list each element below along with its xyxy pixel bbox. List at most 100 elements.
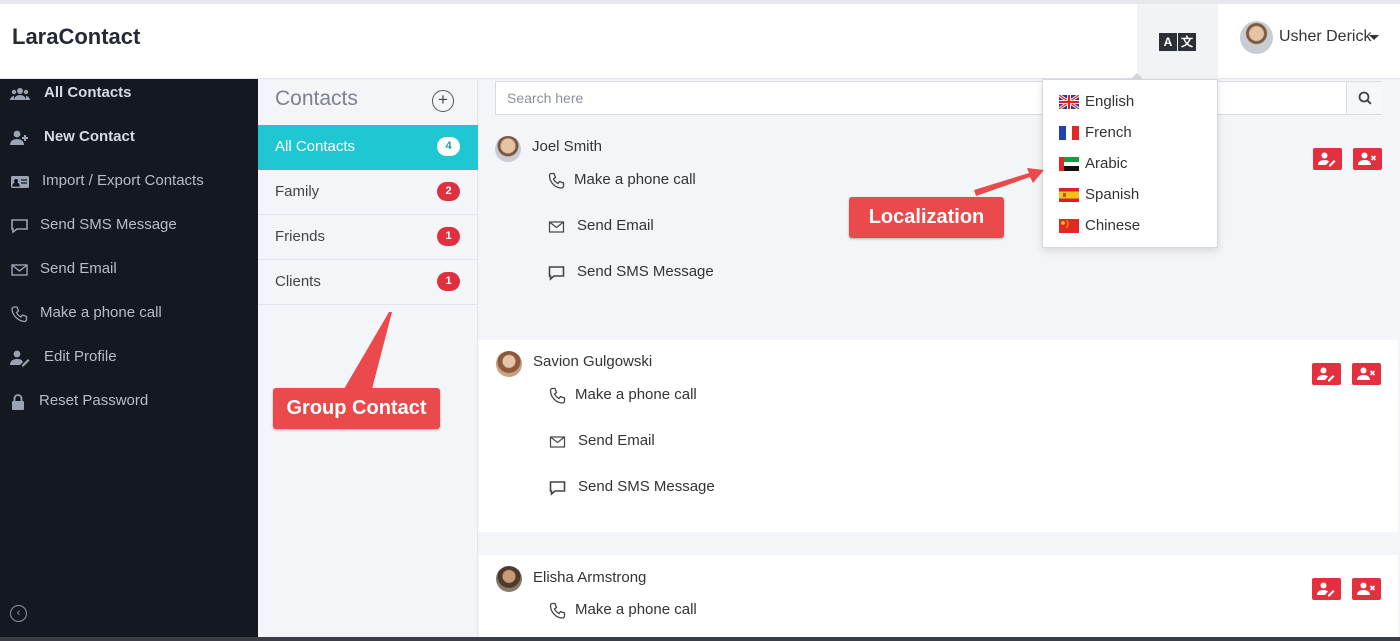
localization-callout: Localization	[849, 197, 1004, 238]
groups-title: Contacts	[275, 87, 358, 110]
sidebar-item-new-contact[interactable]: New Contact	[0, 126, 258, 150]
collapse-sidebar-icon[interactable]: ‹	[10, 605, 27, 622]
group-count-badge: 1	[437, 272, 460, 291]
user-edit-icon	[1317, 367, 1335, 382]
contact-card: Elisha Armstrong Make a phone call	[479, 555, 1398, 637]
brand-logo[interactable]: LaraContact	[12, 24, 140, 50]
top-header: LaraContact A 文 Usher Derick	[0, 0, 1400, 79]
add-group-icon[interactable]: +	[432, 90, 454, 112]
group-count-badge: 1	[437, 227, 460, 246]
envelope-icon	[11, 264, 28, 276]
envelope-icon	[549, 436, 566, 448]
search-button[interactable]	[1346, 82, 1382, 114]
language-label: Arabic	[1085, 155, 1128, 172]
sidebar-item-send-sms[interactable]: Send SMS Message	[0, 214, 258, 238]
sidebar-item-label: Send SMS Message	[40, 216, 177, 233]
group-count-badge: 4	[437, 137, 460, 156]
sidebar-item-label: Reset Password	[39, 392, 149, 409]
contact-groups-panel: Contacts + All Contacts 4 Family 2 Frien…	[258, 79, 478, 637]
contact-avatar	[495, 136, 521, 162]
sidebar-item-label: Edit Profile	[44, 348, 117, 365]
user-name: Usher Derick	[1279, 28, 1372, 45]
group-label: Family	[275, 183, 320, 200]
phone-icon	[548, 172, 565, 189]
action-label: Make a phone call	[575, 386, 697, 403]
group-label: All Contacts	[275, 138, 356, 155]
group-item-all-contacts[interactable]: All Contacts 4	[258, 125, 478, 170]
group-contact-callout: Group Contact	[273, 388, 440, 429]
sidebar-item-reset-password[interactable]: Reset Password	[0, 390, 258, 414]
language-dropdown: English French Arabic Spanish Chinese	[1042, 79, 1218, 248]
message-icon	[11, 219, 28, 234]
edit-contact-button[interactable]	[1312, 578, 1341, 600]
language-label: French	[1085, 124, 1132, 141]
group-item-clients[interactable]: Clients 1	[258, 260, 478, 305]
group-item-friends[interactable]: Friends 1	[258, 215, 478, 260]
bottom-border	[0, 637, 1400, 641]
sidebar: All Contacts New Contact Import / Export…	[0, 79, 258, 637]
language-switcher-button[interactable]: A 文	[1137, 4, 1218, 79]
delete-contact-button[interactable]	[1352, 363, 1381, 385]
contact-card: Savion Gulgowski Make a phone call Send …	[479, 340, 1398, 532]
group-count-badge: 2	[437, 182, 460, 201]
language-label: Chinese	[1085, 217, 1141, 234]
group-item-family[interactable]: Family 2	[258, 170, 478, 215]
user-avatar	[1240, 21, 1273, 54]
contact-name[interactable]: Elisha Armstrong	[533, 569, 646, 586]
sidebar-item-label: Import / Export Contacts	[42, 172, 204, 189]
translate-glyph-a: A	[1159, 33, 1177, 51]
delete-contact-button[interactable]	[1353, 148, 1382, 170]
edit-contact-button[interactable]	[1312, 363, 1341, 385]
phone-icon	[549, 387, 566, 404]
id-card-icon	[11, 176, 29, 188]
search-icon	[1358, 91, 1372, 105]
phone-icon	[11, 306, 28, 323]
caret-down-icon	[1369, 35, 1379, 40]
group-label: Clients	[275, 273, 321, 290]
user-plus-icon	[10, 130, 28, 145]
sidebar-item-label: Make a phone call	[40, 304, 162, 321]
message-icon	[548, 266, 565, 281]
user-remove-icon	[1358, 152, 1377, 165]
sidebar-item-label: All Contacts	[44, 84, 132, 101]
message-icon	[549, 481, 566, 496]
sidebar-item-label: New Contact	[44, 128, 135, 145]
phone-icon	[549, 602, 566, 619]
action-label: Send SMS Message	[578, 478, 715, 495]
sidebar-item-edit-profile[interactable]: Edit Profile	[0, 346, 258, 370]
contact-avatar	[496, 566, 522, 592]
action-label: Send SMS Message	[577, 263, 714, 280]
envelope-icon	[548, 221, 565, 233]
edit-contact-button[interactable]	[1313, 148, 1342, 170]
action-label: Make a phone call	[574, 171, 696, 188]
language-label: English	[1085, 93, 1135, 110]
contact-avatar	[496, 351, 522, 377]
sidebar-item-import-export[interactable]: Import / Export Contacts	[0, 170, 258, 194]
search-bar	[495, 81, 1382, 115]
uk-flag-icon	[1059, 95, 1079, 109]
translate-glyph-b: 文	[1178, 33, 1196, 51]
user-edit-icon	[10, 350, 30, 367]
france-flag-icon	[1059, 126, 1079, 140]
sidebar-item-label: Send Email	[40, 260, 117, 277]
action-label: Make a phone call	[575, 601, 697, 618]
delete-contact-button[interactable]	[1352, 578, 1381, 600]
language-label: Spanish	[1085, 186, 1140, 203]
sidebar-item-send-email[interactable]: Send Email	[0, 258, 258, 282]
action-label: Send Email	[578, 432, 655, 449]
user-remove-icon	[1357, 582, 1376, 595]
china-flag-icon	[1059, 219, 1079, 233]
user-edit-icon	[1318, 152, 1336, 167]
lock-icon	[12, 394, 24, 410]
sidebar-item-phone-call[interactable]: Make a phone call	[0, 302, 258, 326]
group-label: Friends	[275, 228, 326, 245]
contact-name[interactable]: Joel Smith	[532, 138, 602, 155]
action-label: Send Email	[577, 217, 654, 234]
spain-flag-icon	[1059, 188, 1079, 202]
user-remove-icon	[1357, 367, 1376, 380]
users-icon	[10, 88, 30, 100]
contact-name[interactable]: Savion Gulgowski	[533, 353, 652, 370]
sidebar-item-all-contacts[interactable]: All Contacts	[0, 82, 258, 106]
uae-flag-icon	[1059, 157, 1079, 171]
user-edit-icon	[1317, 582, 1335, 597]
